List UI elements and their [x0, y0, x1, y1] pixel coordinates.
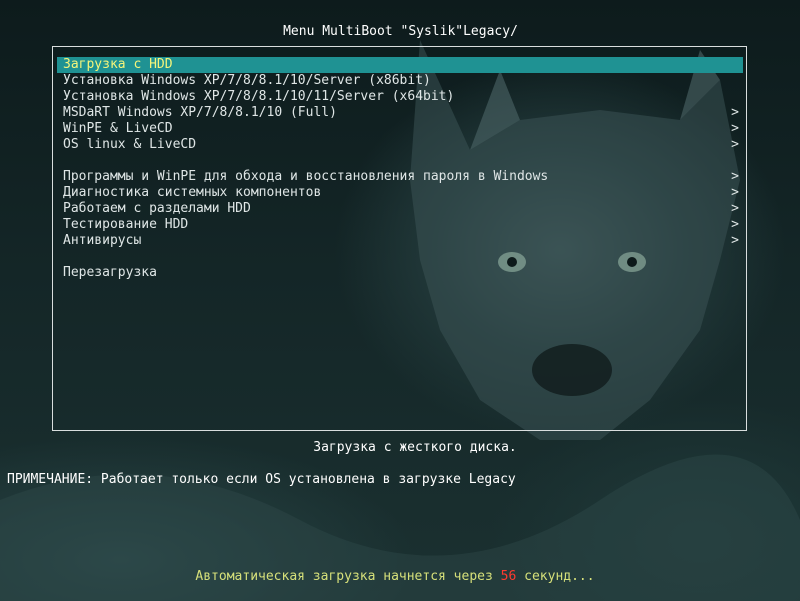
menu-item-label: WinPE & LiveCD: [63, 121, 173, 136]
menu-item[interactable]: Диагностика системных компонентов >: [57, 185, 743, 201]
menu-item[interactable]: WinPE & LiveCD >: [57, 121, 743, 137]
menu-item[interactable]: Тестирование HDD >: [57, 217, 743, 233]
countdown-prefix: Автоматическая загрузка начнется через: [195, 569, 501, 584]
menu-item-label: Установка Windows XP/7/8/8.1/10/Server (…: [63, 73, 431, 88]
submenu-arrow-icon: >: [731, 185, 739, 200]
submenu-arrow-icon: >: [731, 137, 739, 152]
menu-item[interactable]: Установка Windows XP/7/8/8.1/10/11/Serve…: [57, 89, 743, 105]
menu-spacer: [57, 249, 743, 265]
menu-item-label: Программы и WinPE для обхода и восстанов…: [63, 169, 549, 184]
menu-item[interactable]: Программы и WinPE для обхода и восстанов…: [57, 169, 743, 185]
menu-item[interactable]: Антивирусы >: [57, 233, 743, 249]
menu-item-selected[interactable]: Загрузка с HDD: [57, 57, 743, 73]
legacy-note: ПРИМЕЧАНИЕ: Работает только если OS уста…: [7, 472, 516, 487]
submenu-arrow-icon: >: [731, 105, 739, 120]
countdown-suffix: секунд...: [516, 569, 595, 584]
menu-item-label: Работаем с разделами HDD: [63, 201, 251, 216]
menu-item-label: Тестирование HDD: [63, 217, 189, 232]
menu-item[interactable]: Работаем с разделами HDD >: [57, 201, 743, 217]
boot-menu: Загрузка с HDD Установка Windows XP/7/8/8…: [52, 46, 747, 431]
submenu-arrow-icon: >: [731, 169, 739, 184]
submenu-arrow-icon: >: [731, 233, 739, 248]
menu-item-label: MSDaRT Windows XP/7/8/8.1/10 (Full): [63, 105, 337, 120]
menu-item-label: Загрузка с HDD: [63, 57, 173, 72]
menu-item-label: Диагностика системных компонентов: [63, 185, 322, 200]
menu-item-label: OS linux & LiveCD: [63, 137, 197, 152]
menu-item[interactable]: Перезагрузка: [57, 265, 743, 281]
submenu-arrow-icon: >: [731, 201, 739, 216]
submenu-arrow-icon: >: [731, 121, 739, 136]
submenu-arrow-icon: >: [731, 217, 739, 232]
menu-item[interactable]: OS linux & LiveCD >: [57, 137, 743, 153]
menu-item-label: Установка Windows XP/7/8/8.1/10/11/Serve…: [63, 89, 455, 104]
menu-item[interactable]: MSDaRT Windows XP/7/8/8.1/10 (Full) >: [57, 105, 743, 121]
autoboot-countdown: Автоматическая загрузка начнется через 5…: [0, 569, 790, 585]
menu-item-label: Перезагрузка: [63, 265, 157, 280]
menu-item[interactable]: Установка Windows XP/7/8/8.1/10/Server (…: [57, 73, 743, 89]
menu-spacer: [57, 153, 743, 169]
menu-title: Menu MultiBoot "Syslik"Legacy/: [283, 24, 518, 39]
menu-item-label: Антивирусы: [63, 233, 142, 248]
boot-menu-list: Загрузка с HDD Установка Windows XP/7/8/8…: [57, 57, 743, 281]
selected-item-description: Загрузка с жесткого диска.: [313, 440, 517, 455]
countdown-seconds: 56: [500, 569, 517, 584]
